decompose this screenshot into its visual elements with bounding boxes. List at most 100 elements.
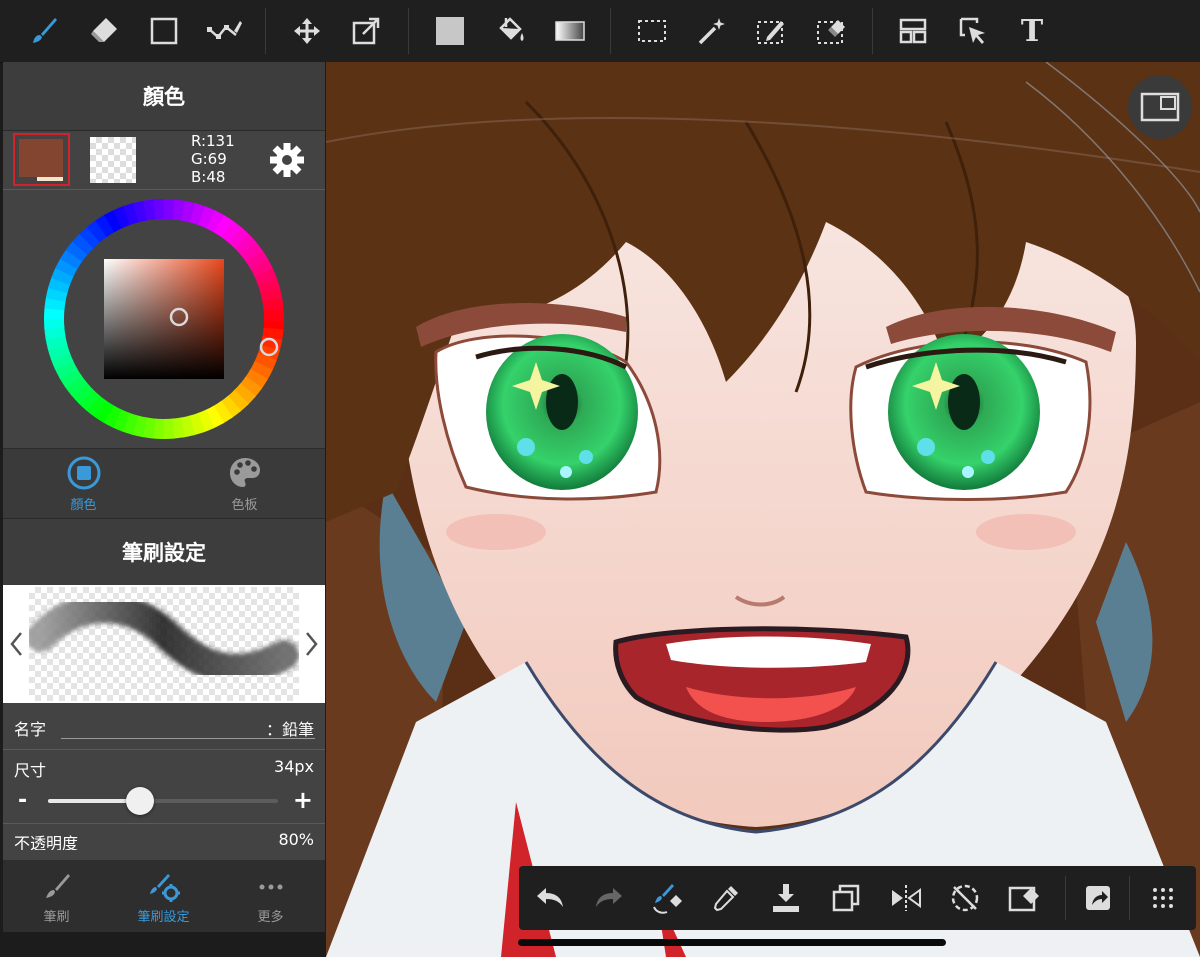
- color-panel-title: 顏色: [3, 62, 325, 131]
- tab-brush-settings-label: 筆刷設定: [137, 910, 190, 925]
- brush-eraser-swap-button[interactable]: [649, 880, 685, 916]
- share-button[interactable]: [1080, 880, 1116, 916]
- tab-brush-label: 筆刷: [43, 910, 70, 925]
- size-decrease-button[interactable]: -: [18, 788, 27, 813]
- select-eraser-tool-button[interactable]: [811, 11, 851, 51]
- brush-icon: [45, 874, 70, 898]
- toolbar-divider: [1129, 876, 1130, 920]
- line-tool-button[interactable]: [204, 11, 244, 51]
- color-swatch-row: R:131 G:69 B:48: [3, 131, 325, 190]
- gear-icon[interactable]: [268, 141, 306, 179]
- fill-color-tool-button[interactable]: [430, 11, 470, 51]
- rgb-blue: B:48: [191, 168, 226, 186]
- next-brush-arrow-icon[interactable]: [301, 629, 321, 659]
- tab-brush-settings[interactable]: 筆刷設定: [110, 872, 217, 925]
- clear-layer-button[interactable]: [1006, 880, 1042, 916]
- cursor-icon: [959, 17, 985, 44]
- navigator-icon: [1140, 92, 1180, 122]
- transform-tool-button[interactable]: [346, 11, 386, 51]
- rgb-red: R:131: [191, 132, 235, 150]
- tab-color-label: 顏色: [70, 498, 97, 513]
- rotate-reset-button[interactable]: [947, 880, 983, 916]
- tab-palette-label: 色板: [231, 498, 258, 513]
- select-pen-icon: [757, 21, 784, 44]
- brush-settings-title: 筆刷設定: [3, 518, 325, 585]
- brush-preview: [3, 585, 325, 703]
- color-picker-area[interactable]: [3, 190, 325, 448]
- download-button[interactable]: [768, 880, 804, 916]
- brush-swap-icon: [653, 884, 682, 914]
- select-pen-tool-button[interactable]: [751, 11, 791, 51]
- text-tool-button[interactable]: T: [1012, 11, 1052, 51]
- gradient-icon: [555, 21, 585, 41]
- toolbar-divider: [408, 8, 409, 54]
- primary-color-swatch[interactable]: [13, 133, 70, 186]
- size-slider-thumb[interactable]: [126, 787, 154, 815]
- more-dots-icon: [259, 884, 282, 890]
- polyline-icon: [207, 21, 242, 39]
- top-toolbar: T: [0, 0, 1200, 63]
- color-wheel[interactable]: [3, 190, 325, 448]
- clear-icon: [1008, 886, 1039, 912]
- paint-bucket-icon: [499, 17, 524, 41]
- operation-tool-button[interactable]: [953, 11, 993, 51]
- download-icon: [773, 884, 799, 912]
- flip-canvas-button[interactable]: [888, 880, 924, 916]
- brush-preview-canvas: [29, 587, 299, 701]
- text-icon: T: [1020, 13, 1044, 49]
- brush-tool-button[interactable]: [24, 11, 64, 51]
- rotate-reset-icon: [951, 884, 979, 912]
- rect-select-tool-button[interactable]: [632, 11, 672, 51]
- share-icon: [1086, 886, 1110, 910]
- drawing-canvas[interactable]: [326, 62, 1200, 957]
- home-indicator: [518, 939, 946, 946]
- shape-tool-button[interactable]: [144, 11, 184, 51]
- brush-icon: [33, 18, 57, 43]
- redo-button[interactable]: [591, 880, 627, 916]
- tab-brush[interactable]: 筆刷: [3, 872, 110, 925]
- eyedropper-button[interactable]: [708, 880, 744, 916]
- redo-icon: [596, 888, 622, 907]
- size-increase-button[interactable]: +: [293, 786, 313, 814]
- magic-wand-icon: [698, 18, 725, 45]
- layers-icon: [832, 884, 860, 912]
- rect-select-icon: [638, 20, 666, 42]
- brush-size-value: 34px: [274, 757, 314, 776]
- brush-name-value[interactable]: ：鉛筆: [266, 716, 314, 740]
- toolbar-divider: [610, 8, 611, 54]
- tab-palette[interactable]: 色板: [164, 455, 325, 513]
- artwork-illustration: [326, 62, 1200, 957]
- panel-bottom-tabs: 筆刷 筆刷設定 更多: [3, 860, 325, 932]
- square-icon: [150, 17, 178, 45]
- navigator-button[interactable]: [1128, 75, 1192, 139]
- transform-icon: [352, 17, 380, 45]
- panel-layout-tool-button[interactable]: [893, 11, 933, 51]
- grid-menu-icon: [1153, 888, 1173, 908]
- bottom-toolbar: [519, 866, 1196, 930]
- tab-color[interactable]: 顏色: [3, 455, 164, 513]
- grid-menu-button[interactable]: [1145, 880, 1181, 916]
- undo-button[interactable]: [532, 880, 568, 916]
- gradient-tool-button[interactable]: [550, 11, 590, 51]
- toolbar-divider: [265, 8, 266, 54]
- panel-layout-icon: [899, 18, 927, 44]
- brush-opacity-label: 不透明度: [14, 834, 79, 850]
- brush-name-underline: [61, 738, 315, 739]
- brush-name-row[interactable]: 名字 ：鉛筆: [3, 703, 325, 750]
- color-circle-icon: [67, 456, 100, 490]
- eyedropper-icon: [713, 886, 738, 912]
- move-tool-button[interactable]: [287, 11, 327, 51]
- previous-brush-arrow-icon[interactable]: [7, 629, 27, 659]
- transparent-color-swatch[interactable]: [90, 137, 136, 183]
- toolbar-divider: [1065, 876, 1066, 920]
- brush-opacity-row[interactable]: 不透明度 80%: [3, 824, 325, 850]
- eraser-tool-button[interactable]: [84, 11, 124, 51]
- magic-wand-tool-button[interactable]: [692, 11, 732, 51]
- brush-stroke-preview: [29, 593, 299, 684]
- brush-opacity-value: 80%: [278, 830, 314, 849]
- size-slider-track[interactable]: [48, 787, 278, 815]
- select-eraser-icon: [817, 20, 845, 44]
- bucket-tool-button[interactable]: [490, 11, 530, 51]
- tab-more[interactable]: 更多: [217, 872, 324, 925]
- layers-button[interactable]: [828, 880, 864, 916]
